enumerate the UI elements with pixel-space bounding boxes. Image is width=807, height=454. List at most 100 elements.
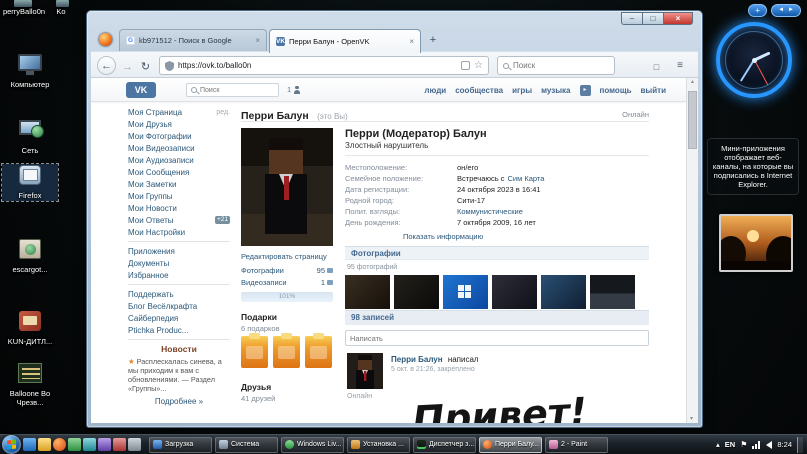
desktop-icon-kun[interactable]: KUN-ДИТЛ... <box>2 310 58 347</box>
desktop-icon-computer[interactable]: Компьютер <box>2 54 58 90</box>
edit-page-link[interactable]: Редактировать страницу <box>241 252 327 261</box>
photos-section-header[interactable]: Фотографии <box>345 246 649 260</box>
gift-item[interactable] <box>305 336 332 368</box>
nav-help[interactable]: помощь <box>600 86 632 95</box>
nav-groups[interactable]: сообщества <box>455 86 503 95</box>
sidebar-item-my-page[interactable]: Моя Страницаред. <box>128 106 230 118</box>
page-actions-icon[interactable] <box>461 61 470 70</box>
quick-launch-app2-icon[interactable] <box>113 438 126 451</box>
taskbar-clock[interactable]: 8:24 <box>777 440 792 449</box>
profile-status[interactable]: Злостный нарушитель <box>345 141 428 150</box>
sidebar-item-groups[interactable]: Мои Группы <box>128 190 230 202</box>
task-button-windows-live[interactable]: Windows Liv... <box>281 437 344 453</box>
sidebar-item-documents[interactable]: Документы <box>128 257 230 269</box>
network-icon[interactable] <box>752 441 761 449</box>
sidebar-item-answers[interactable]: Мои Ответы+21 <box>128 214 230 226</box>
minimize-button[interactable]: – <box>621 12 642 25</box>
partner-link[interactable]: Сим Карта <box>507 174 544 183</box>
friend-requests-counter[interactable]: 1 <box>287 85 300 94</box>
search-bar[interactable] <box>497 56 615 75</box>
desktop-icon-network[interactable]: Сеть <box>2 118 58 156</box>
quick-launch-app-icon[interactable] <box>98 438 111 451</box>
sidebar-item-news[interactable]: Мои Новости <box>128 202 230 214</box>
friends-title[interactable]: Друзья <box>241 382 271 392</box>
quick-launch-ie-icon[interactable] <box>23 438 36 451</box>
show-info-link[interactable]: Показать информацию <box>403 232 483 241</box>
photos-count-row[interactable]: Фотографии 95 <box>241 266 333 275</box>
sidebar-item-favorites[interactable]: Избранное <box>128 269 230 281</box>
nav-music[interactable]: музыка <box>541 86 570 95</box>
show-desktop-button[interactable] <box>797 437 803 453</box>
task-button-firefox-perry[interactable]: Перри Балу... <box>479 437 542 453</box>
political-views-link[interactable]: Коммунистические <box>457 207 523 216</box>
nav-logout[interactable]: выйти <box>640 86 666 95</box>
volume-icon[interactable] <box>766 441 772 449</box>
desktop-icon-ko[interactable]: Ko <box>46 8 76 17</box>
sidebar-item-notes[interactable]: Мои Заметки <box>128 178 230 190</box>
audio-player-button[interactable]: ▸ <box>580 85 591 96</box>
vk-search-box[interactable] <box>186 83 279 97</box>
sidebar-item-cyberpedia[interactable]: Сайберпедия <box>128 312 230 324</box>
sidebar-item-blog[interactable]: Блог Весёлкрафта <box>128 300 230 312</box>
hidden-icons-arrow[interactable]: ▴ <box>716 440 720 449</box>
scroll-down-arrow[interactable]: ▾ <box>690 415 693 422</box>
edit-link[interactable]: ред. <box>216 109 230 116</box>
task-button-download[interactable]: Загрузка <box>149 437 212 453</box>
profile-avatar-image[interactable] <box>241 128 333 246</box>
photo-thumbnail[interactable] <box>541 275 586 309</box>
desktop-icon-escargot[interactable]: escargot... <box>2 238 58 275</box>
post-author-avatar[interactable] <box>347 353 383 389</box>
sidebar-item-donate[interactable]: Поддержать <box>128 288 230 300</box>
photo-slideshow-gadget[interactable] <box>719 214 793 272</box>
post-date[interactable]: 5 окт. в 21:26, закреплено <box>391 366 475 373</box>
browser-search-input[interactable] <box>513 61 609 70</box>
url-bar[interactable]: ☆ <box>159 56 489 75</box>
photo-thumbnail[interactable] <box>345 275 390 309</box>
task-button-paint[interactable]: 2 - Paint <box>545 437 608 453</box>
wall-write-input[interactable] <box>345 330 649 346</box>
photo-thumbnail[interactable] <box>492 275 537 309</box>
sidebar-item-friends[interactable]: Мои Друзья <box>128 118 230 130</box>
clock-gadget[interactable] <box>716 22 792 98</box>
task-button-system[interactable]: Система <box>215 437 278 453</box>
gifts-title[interactable]: Подарки <box>241 312 277 322</box>
menu-button[interactable]: ≡ <box>672 57 688 73</box>
desktop-icon-perryballo0n[interactable]: perryBallo0n <box>0 8 50 17</box>
post-image-handwriting[interactable]: Привет! <box>409 391 633 423</box>
task-button-installer[interactable]: Установка ... <box>347 437 410 453</box>
nav-games[interactable]: игры <box>512 86 532 95</box>
sidebar-item-photos[interactable]: Мои Фотографии <box>128 130 230 142</box>
sidebar-item-messages[interactable]: Мои Сообщения <box>128 166 230 178</box>
firefox-icon[interactable] <box>99 33 112 46</box>
gadget-add-button[interactable]: + <box>748 4 767 17</box>
sidebar-toggle-icon[interactable]: □ <box>649 58 664 73</box>
videos-count-row[interactable]: Видеозаписи 1 <box>241 278 333 287</box>
back-button[interactable]: ← <box>97 56 116 75</box>
scroll-up-arrow[interactable]: ▴ <box>691 79 694 85</box>
quick-launch-explorer-icon[interactable] <box>38 438 51 451</box>
forward-button[interactable]: → <box>120 58 135 73</box>
vertical-scrollbar[interactable]: ▴ ▾ <box>686 78 698 423</box>
photo-thumbnail[interactable] <box>394 275 439 309</box>
sidebar-item-ptichka[interactable]: Ptichka Produc... <box>128 324 230 336</box>
nav-people[interactable]: люди <box>424 86 446 95</box>
photo-thumbnail[interactable] <box>443 275 488 309</box>
bookmark-star-icon[interactable]: ☆ <box>474 61 483 70</box>
reload-button[interactable]: ↻ <box>138 58 153 73</box>
close-button[interactable]: × <box>663 12 693 25</box>
desktop-icon-balloone[interactable]: Balloone Bo Чрезв... <box>2 362 58 407</box>
gift-item[interactable] <box>241 336 268 368</box>
desktop-icon-firefox[interactable]: Firefox <box>2 164 58 201</box>
wall-posts-count-header[interactable]: 98 записей <box>345 310 649 325</box>
gadget-pager-buttons[interactable]: ◄ ► <box>771 4 801 17</box>
sidebar-item-apps[interactable]: Приложения <box>128 245 230 257</box>
feed-gadget[interactable]: Мини-приложения отображает веб-каналы, н… <box>707 138 799 195</box>
tab-close-icon[interactable]: × <box>255 36 260 45</box>
sidebar-item-settings[interactable]: Мои Настройки <box>128 226 230 238</box>
new-tab-button[interactable]: + <box>425 33 441 49</box>
maximize-button[interactable]: □ <box>642 12 663 25</box>
vk-logo[interactable]: VK <box>126 82 156 98</box>
sidebar-item-audios[interactable]: Мои Аудиозаписи <box>128 154 230 166</box>
sidebar-item-videos[interactable]: Мои Видеозаписи <box>128 142 230 154</box>
quick-launch-media-icon[interactable] <box>83 438 96 451</box>
